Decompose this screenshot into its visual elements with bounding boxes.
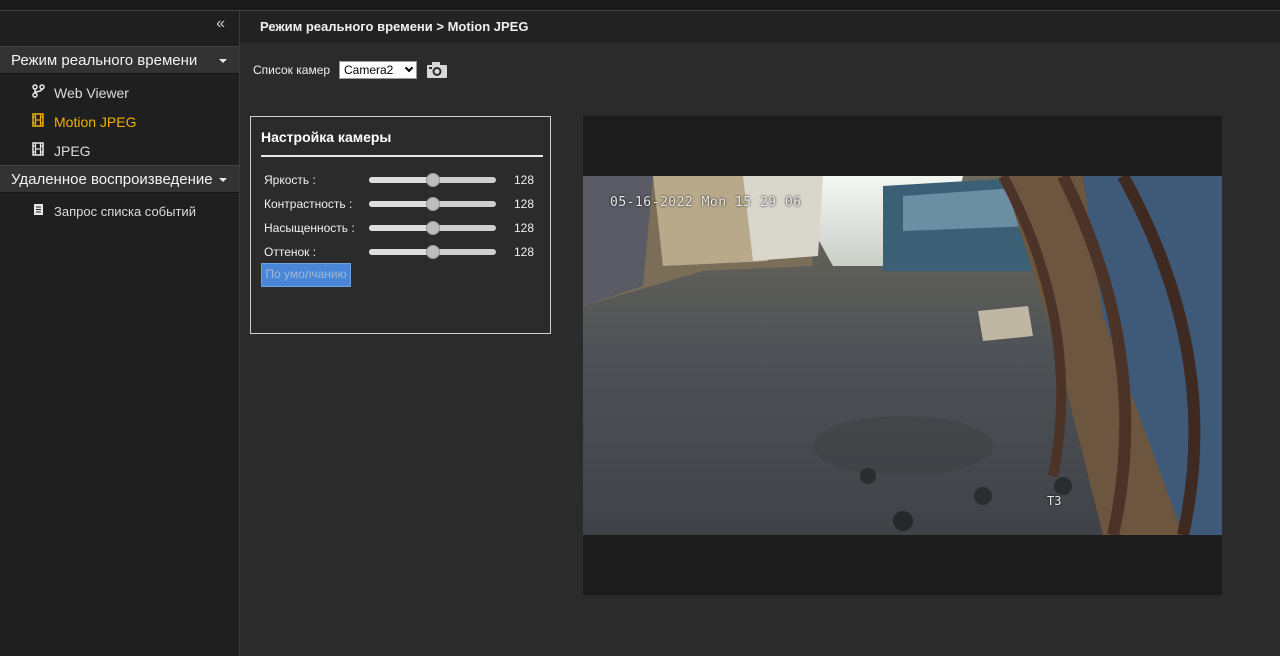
sidebar-item-event-list[interactable]: Запрос списка событий [30, 201, 196, 223]
section-live-view[interactable]: Режим реального времени [0, 46, 239, 74]
divider [261, 155, 543, 157]
hue-slider[interactable] [369, 245, 496, 259]
main-content: Режим реального времени > Motion JPEG Сп… [240, 11, 1280, 656]
sidebar: « Режим реального времени Web Viewer Mot… [0, 11, 240, 656]
breadcrumb-bar: Режим реального времени > Motion JPEG [240, 11, 1280, 42]
hue-slider-thumb[interactable] [425, 245, 440, 259]
section-remote-playback-label: Удаленное воспроизведение [11, 171, 213, 188]
sidebar-item-label: Web Viewer [54, 85, 129, 101]
video-camera-tag: T3 [1047, 494, 1062, 508]
film-icon [30, 112, 46, 134]
brightness-label: Яркость : [264, 173, 316, 187]
sidebar-item-label: Motion JPEG [54, 114, 137, 130]
camera-list-label: Список камер [253, 63, 331, 77]
document-icon [30, 201, 46, 223]
camera-settings-panel: Настройка камеры Яркость : 128 Контрастн… [250, 116, 551, 334]
sidebar-item-label: Запрос списка событий [54, 204, 196, 219]
branch-icon [30, 83, 46, 105]
brightness-row: Яркость : 128 [264, 172, 544, 188]
film-icon [30, 141, 46, 163]
saturation-label: Насыщенность : [264, 221, 355, 235]
collapse-sidebar-icon[interactable]: « [216, 15, 225, 33]
chevron-down-icon [219, 178, 227, 182]
camera-settings-title: Настройка камеры [261, 129, 392, 145]
saturation-value: 128 [514, 221, 535, 235]
contrast-slider-thumb[interactable] [425, 197, 440, 211]
snapshot-camera-icon[interactable] [426, 60, 448, 80]
camera-select[interactable]: Camera2 [339, 61, 417, 79]
breadcrumb: Режим реального времени > Motion JPEG [260, 19, 529, 34]
video-timestamp: 05-16-2022 Mon 15 29 06 [610, 195, 802, 210]
saturation-slider[interactable] [369, 221, 496, 235]
hue-row: Оттенок : 128 [264, 244, 544, 260]
chevron-down-icon [219, 59, 227, 63]
camera-video-frame: 05-16-2022 Mon 15 29 06 T3 [583, 176, 1222, 535]
sidebar-item-label: JPEG [54, 143, 91, 159]
section-remote-playback[interactable]: Удаленное воспроизведение [0, 165, 239, 193]
hue-value: 128 [514, 245, 535, 259]
contrast-value: 128 [514, 197, 535, 211]
chevron-down-icon [404, 63, 414, 73]
top-bar [0, 0, 1280, 11]
sidebar-item-jpeg[interactable]: JPEG [30, 140, 91, 162]
section-live-view-label: Режим реального времени [11, 52, 198, 69]
saturation-slider-thumb[interactable] [425, 221, 440, 235]
default-button[interactable]: По умолчанию [261, 263, 351, 287]
warehouse-scene-image [583, 176, 1222, 535]
contrast-label: Контрастность : [264, 197, 353, 211]
video-viewport: 05-16-2022 Mon 15 29 06 T3 [583, 116, 1222, 595]
contrast-slider[interactable] [369, 197, 496, 211]
sidebar-item-web-viewer[interactable]: Web Viewer [30, 82, 129, 104]
contrast-row: Контрастность : 128 [264, 196, 544, 212]
brightness-slider[interactable] [369, 173, 496, 187]
camera-select-value: Camera2 [344, 63, 394, 77]
sidebar-item-motion-jpeg[interactable]: Motion JPEG [30, 111, 136, 133]
saturation-row: Насыщенность : 128 [264, 220, 544, 236]
hue-label: Оттенок : [264, 245, 317, 259]
brightness-value: 128 [514, 173, 535, 187]
brightness-slider-thumb[interactable] [425, 173, 440, 187]
